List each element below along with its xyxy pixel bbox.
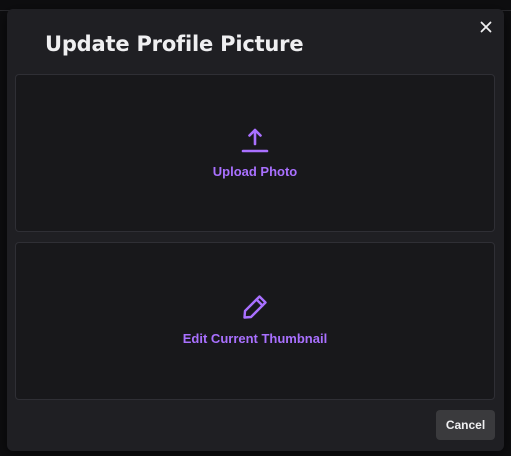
close-button[interactable] (474, 15, 498, 39)
edit-current-thumbnail-label: Edit Current Thumbnail (182, 331, 328, 346)
cancel-button[interactable]: Cancel (436, 410, 495, 440)
pencil-icon (243, 295, 267, 319)
dialog-title: Update Profile Picture (45, 32, 304, 56)
upload-photo-label: Upload Photo (212, 164, 298, 179)
upload-icon (241, 128, 269, 153)
edit-current-thumbnail-option[interactable]: Edit Current Thumbnail (15, 242, 495, 400)
update-profile-picture-dialog: Update Profile Picture Upload Photo Edit… (7, 9, 504, 451)
upload-photo-option[interactable]: Upload Photo (15, 74, 495, 232)
close-icon (480, 21, 492, 33)
